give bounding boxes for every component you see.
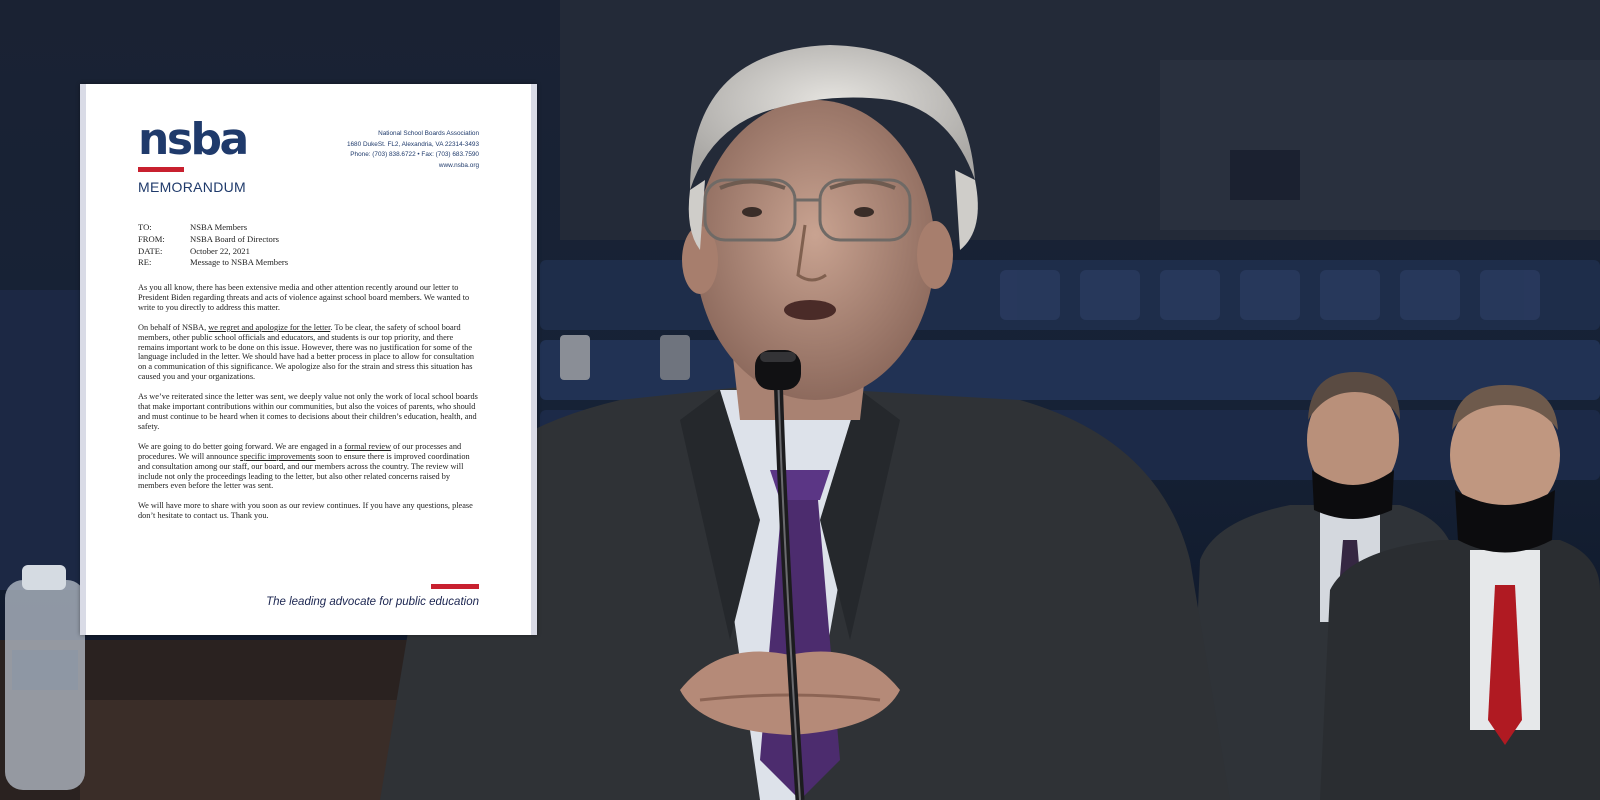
memo-paragraph-3: As we’ve reiterated since the letter was… <box>138 392 478 431</box>
header-row-from: FROM: NSBA Board of Directors <box>138 234 288 246</box>
header-row-to: TO: NSBA Members <box>138 222 288 234</box>
nsba-logo-text: nsba <box>138 114 249 165</box>
header-value: October 22, 2021 <box>190 245 250 256</box>
memo-paragraph-2: On behalf of NSBA, we regret and apologi… <box>138 323 481 382</box>
formal-review-underlined-text: formal review <box>344 441 392 451</box>
memo-tagline: The leading advocate for public educatio… <box>266 596 479 608</box>
memo-paragraph-5: We will have more to share with you soon… <box>138 501 473 521</box>
header-value: Message to NSBA Members <box>190 257 289 268</box>
logo-red-bar <box>138 167 184 172</box>
header-value: NSBA Members <box>190 222 248 232</box>
header-label: TO: <box>138 222 152 232</box>
org-contact-block: National School Boards Association 1680 … <box>279 129 479 171</box>
apology-underlined-text: we regret and apologize for the letter <box>208 322 331 332</box>
header-label: DATE: <box>138 245 163 256</box>
paragraph-text: On behalf of NSBA, <box>138 322 209 332</box>
memo-body: As you all know, there has been extensiv… <box>138 283 481 531</box>
header-label: RE: <box>138 257 152 268</box>
specific-improvements-underlined-text: specific improvements <box>240 451 316 461</box>
org-website: www.nsba.org <box>438 161 479 169</box>
memo-paragraph-4: We are going to do better going forward.… <box>138 442 481 492</box>
nsba-logo: nsba <box>138 118 268 178</box>
header-label: FROM: <box>138 233 165 244</box>
memo-header-fields: TO: NSBA Members FROM: NSBA Board of Dir… <box>138 222 288 269</box>
header-row-date: DATE: October 22, 2021 <box>138 246 288 258</box>
org-name: National School Boards Association <box>378 130 479 137</box>
memo-heading: MEMORANDUM <box>138 179 246 195</box>
nsba-memo-document: nsba MEMORANDUM National School Boards A… <box>80 84 537 635</box>
header-value: NSBA Board of Directors <box>190 233 280 244</box>
paragraph-text: We are going to do better going forward.… <box>138 441 345 451</box>
header-row-re: RE: Message to NSBA Members <box>138 257 288 269</box>
memo-paragraph-1: As you all know, there has been extensiv… <box>138 283 470 312</box>
org-address: 1680 DukeSt. FL2, Alexandria, VA 22314-3… <box>346 140 479 148</box>
tagline-red-bar <box>431 584 479 589</box>
org-phone-fax: Phone: (703) 838.6722 • Fax: (703) 683.7… <box>350 151 479 158</box>
